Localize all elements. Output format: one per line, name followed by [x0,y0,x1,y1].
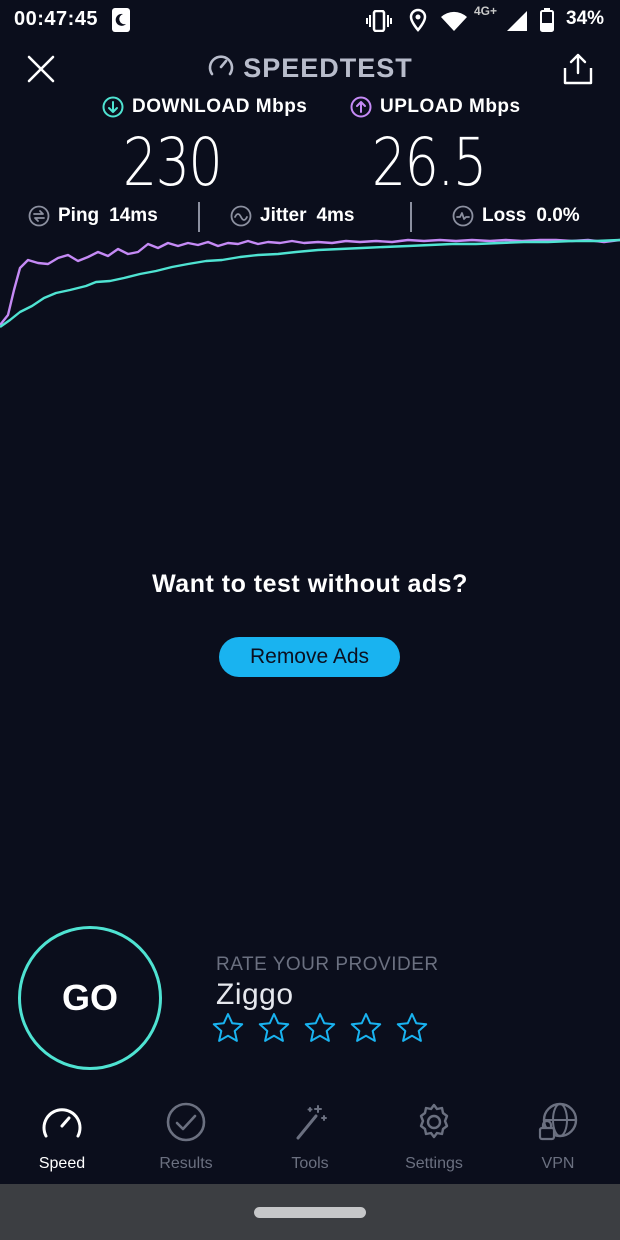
home-handle[interactable] [254,1207,366,1218]
page-title: SPEEDTEST [0,52,620,87]
speedometer-icon [207,52,235,87]
nav-item-results[interactable]: Results [124,1098,248,1184]
stat-divider [410,202,412,232]
star-icon[interactable] [304,1012,336,1049]
nav-item-tools[interactable]: Tools [248,1098,372,1184]
wifi-icon [440,10,468,37]
title-text: SPEEDTEST [243,53,413,83]
nav-item-settings[interactable]: Settings [372,1098,496,1184]
download-value: 230 [122,124,223,201]
ping-stat: Ping 14ms [28,200,158,232]
nav-item-vpn[interactable]: VPN [496,1098,620,1184]
nav-item-speed[interactable]: Speed [0,1098,124,1184]
packet-loss-icon [452,205,474,227]
status-time: 00:47:45 [14,8,99,30]
signal-icon [506,10,528,37]
do-not-disturb-icon [112,8,130,32]
jitter-icon [230,205,252,227]
go-button[interactable]: GO [18,926,162,1070]
battery-percent: 34% [566,8,605,29]
star-icon[interactable] [396,1012,428,1049]
bottom-nav: Speed Results Tools Settings VPN [0,1098,620,1184]
rating-stars [212,1012,428,1049]
ping-icon [28,205,50,227]
network-type: 4G+ [474,4,498,18]
download-label: DOWNLOAD Mbps [102,96,307,118]
battery-icon [540,8,554,37]
share-icon[interactable] [562,52,594,86]
remove-ads-button[interactable]: Remove Ads [219,637,400,677]
upload-label: UPLOAD Mbps [350,96,521,118]
location-icon [408,8,428,37]
magic-wand-icon [288,1098,332,1147]
stat-divider [198,202,200,232]
star-icon[interactable] [350,1012,382,1049]
speedometer-icon [40,1098,84,1147]
jitter-stat: Jitter 4ms [230,200,355,232]
gear-icon [412,1098,456,1147]
download-arrow-icon [102,96,124,118]
upload-value: 26.5 [371,124,488,201]
loss-stat: Loss 0.0% [452,200,580,232]
remove-ads-prompt: Want to test without ads? [152,570,468,598]
globe-lock-icon [536,1098,580,1147]
rate-provider-label: RATE YOUR PROVIDER [216,954,439,975]
speed-graph [0,238,620,328]
provider-name: Ziggo [216,978,294,1011]
upload-arrow-icon [350,96,372,118]
star-icon[interactable] [212,1012,244,1049]
check-circle-icon [164,1098,208,1147]
star-icon[interactable] [258,1012,290,1049]
vibrate-icon [366,9,392,37]
download-speed-line [0,238,620,328]
